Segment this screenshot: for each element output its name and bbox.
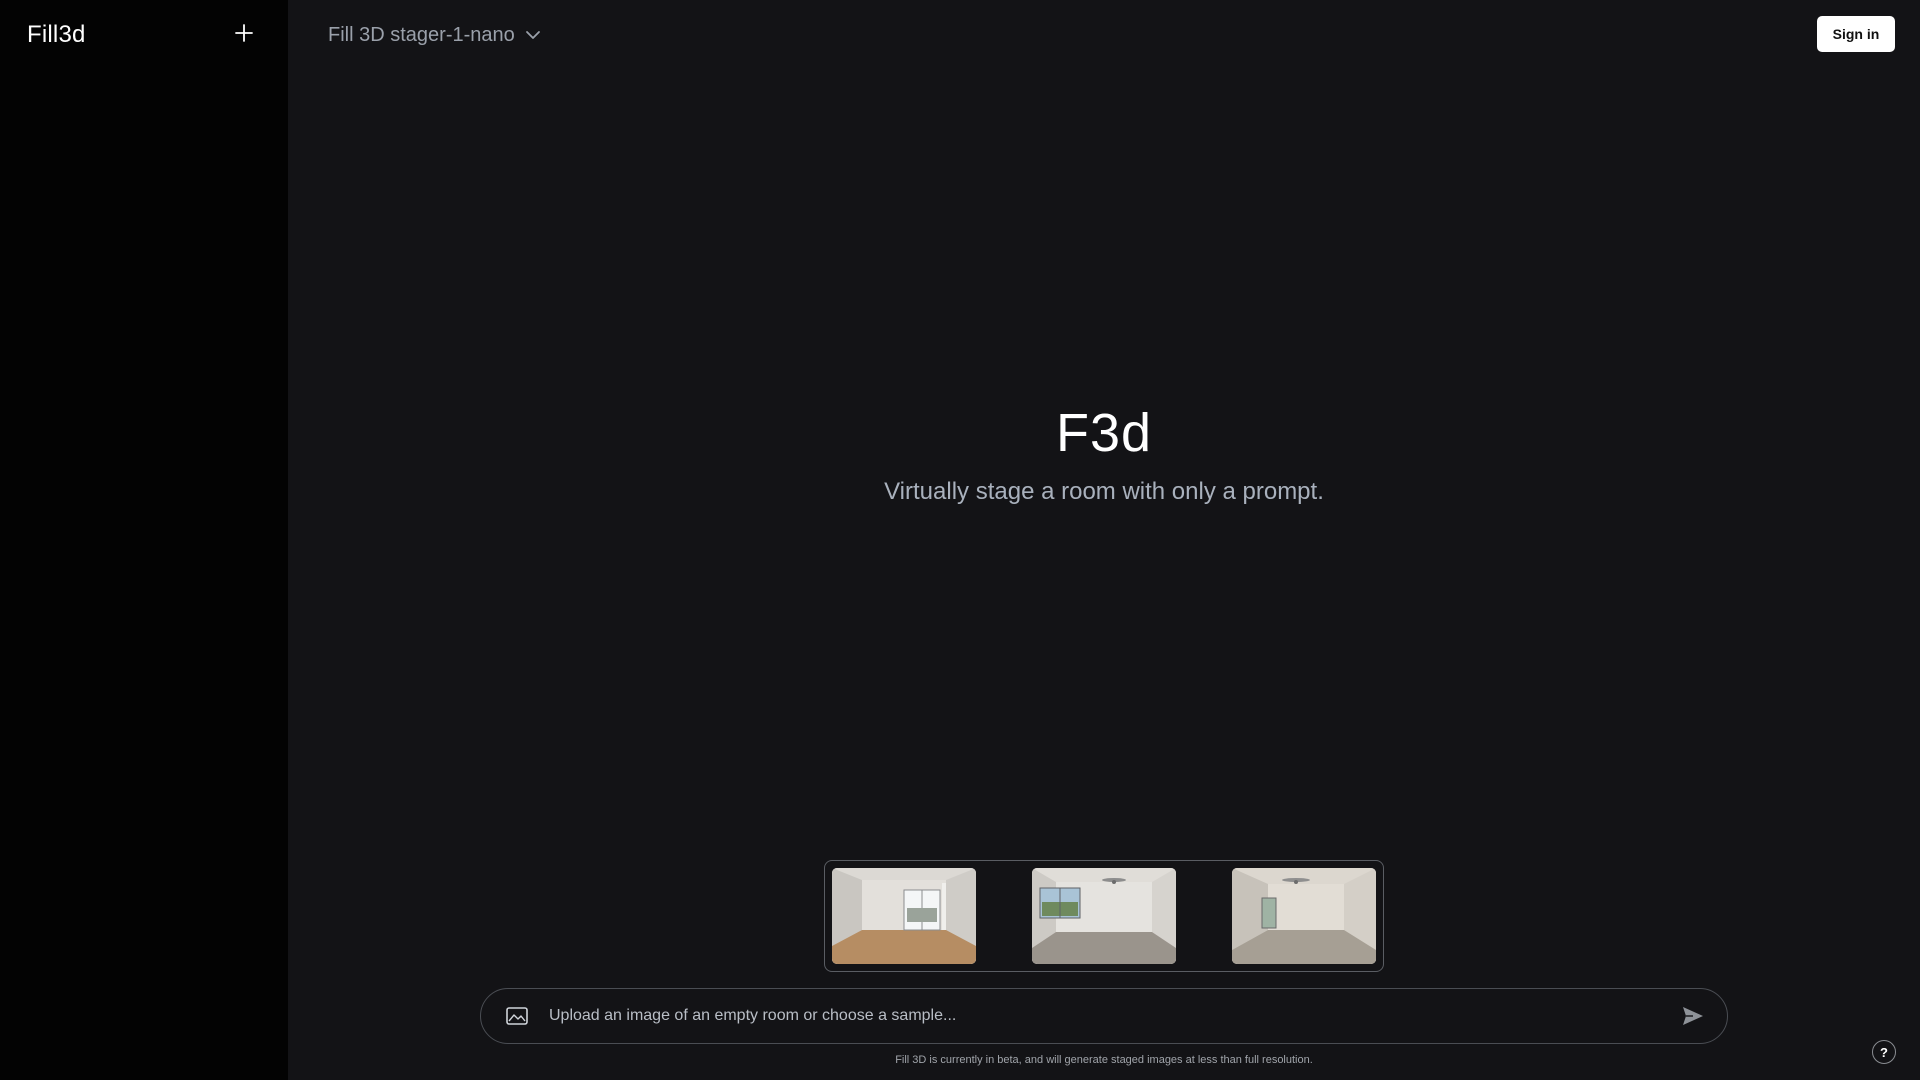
hero-logo: F3d: [1055, 403, 1153, 463]
sample-room-3[interactable]: [1232, 868, 1376, 964]
image-icon: [506, 1007, 528, 1025]
sample-room-2[interactable]: [1032, 868, 1176, 964]
sample-room-1[interactable]: [832, 868, 976, 964]
beta-disclaimer: Fill 3D is currently in beta, and will g…: [895, 1054, 1313, 1066]
brand-logo[interactable]: Fill3d: [27, 21, 86, 49]
room-photo-3: [1232, 868, 1376, 964]
prompt-bar: [480, 988, 1728, 1044]
sample-images-panel: [824, 860, 1384, 972]
model-selector[interactable]: Fill 3D stager-1-nano: [328, 22, 541, 48]
room-photo-1: [832, 868, 976, 964]
plus-icon: [235, 24, 253, 42]
prompt-input[interactable]: [549, 1007, 1679, 1025]
sidebar: Fill3d: [0, 0, 288, 1080]
sign-in-button[interactable]: Sign in: [1817, 16, 1895, 52]
send-icon: [1683, 1007, 1703, 1025]
hero-subtitle: Virtually stage a room with only a promp…: [884, 478, 1324, 505]
help-button[interactable]: ?: [1872, 1040, 1896, 1064]
new-chat-button[interactable]: [231, 20, 257, 46]
model-label: Fill 3D stager-1-nano: [328, 23, 515, 46]
room-photo-2: [1032, 868, 1176, 964]
main-area: Fill 3D stager-1-nano Sign in F3d Virtua…: [288, 0, 1920, 1080]
upload-image-button[interactable]: [505, 1004, 529, 1028]
send-button[interactable]: [1679, 1002, 1707, 1030]
chevron-down-icon: [525, 31, 540, 39]
